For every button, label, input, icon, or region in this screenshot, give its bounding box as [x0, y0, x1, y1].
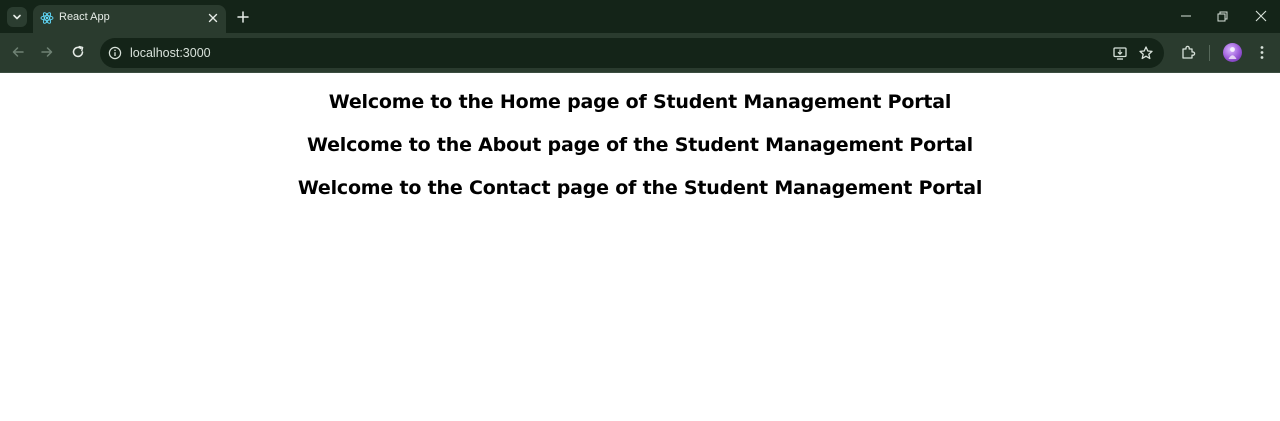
close-icon[interactable]: [206, 11, 220, 25]
star-icon[interactable]: [1138, 45, 1154, 61]
page-viewport: Welcome to the Home page of Student Mana…: [0, 74, 1280, 421]
react-icon: [40, 12, 54, 24]
about-heading: Welcome to the About page of the Student…: [307, 134, 973, 156]
address-bar[interactable]: localhost:3000: [100, 38, 1164, 68]
restore-icon[interactable]: [1214, 8, 1230, 24]
profile-figure-icon: [1228, 47, 1237, 59]
tab-strip: React App: [0, 0, 1280, 33]
plus-icon[interactable]: [235, 9, 251, 25]
minimize-icon[interactable]: [1178, 8, 1194, 24]
tab-react-app[interactable]: React App: [33, 5, 226, 33]
tab-title: React App: [59, 11, 110, 23]
info-icon[interactable]: [108, 46, 122, 60]
kebab-menu-icon[interactable]: [1254, 44, 1270, 61]
chevron-down-icon: [13, 14, 21, 20]
contact-heading: Welcome to the Contact page of the Stude…: [297, 177, 983, 199]
puzzle-icon[interactable]: [1180, 44, 1197, 61]
url-text[interactable]: localhost:3000: [130, 46, 211, 60]
close-icon[interactable]: [1253, 8, 1269, 24]
browser-toolbar: localhost:3000: [0, 33, 1280, 73]
arrow-right-icon[interactable]: [39, 44, 55, 60]
avatar[interactable]: [1223, 43, 1242, 62]
home-heading: Welcome to the Home page of Student Mana…: [328, 91, 952, 113]
tab-search-button[interactable]: [7, 7, 27, 27]
reload-icon[interactable]: [70, 44, 86, 60]
toolbar-divider: [1209, 45, 1210, 61]
arrow-left-icon[interactable]: [10, 44, 26, 60]
install-app-icon[interactable]: [1112, 45, 1128, 61]
